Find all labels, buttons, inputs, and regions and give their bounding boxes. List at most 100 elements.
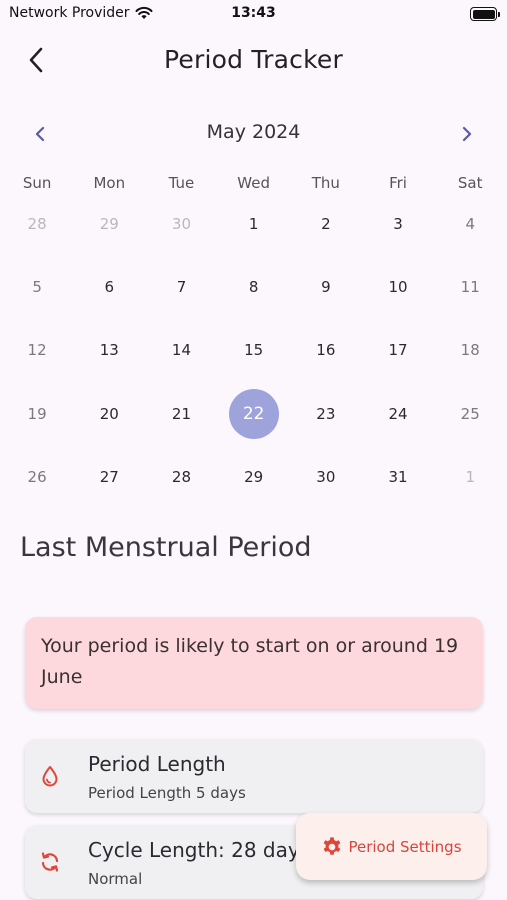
calendar-day[interactable]: 5 bbox=[1, 255, 73, 318]
calendar-day-number: 17 bbox=[388, 341, 408, 360]
calendar-day[interactable]: 29 bbox=[218, 446, 290, 509]
weekday-label: Sun bbox=[22, 174, 52, 192]
calendar-day[interactable]: 14 bbox=[145, 319, 217, 382]
calendar-day[interactable]: 30 bbox=[290, 446, 362, 509]
drop-icon bbox=[42, 766, 58, 787]
calendar-day[interactable]: 8 bbox=[218, 255, 290, 318]
calendar-day[interactable]: 28 bbox=[1, 192, 73, 255]
calendar-day[interactable]: 1 bbox=[218, 192, 290, 255]
calendar-day[interactable]: 10 bbox=[362, 255, 434, 318]
calendar-day[interactable]: 20 bbox=[73, 382, 145, 445]
calendar-day[interactable]: 19 bbox=[1, 382, 73, 445]
calendar-day-number: 25 bbox=[460, 404, 480, 423]
calendar-day[interactable]: 7 bbox=[145, 255, 217, 318]
calendar-day-number: 5 bbox=[32, 278, 42, 297]
calendar-day-number: 13 bbox=[99, 341, 119, 360]
calendar-day-number: 14 bbox=[171, 341, 192, 360]
calendar-day-number: 2 bbox=[321, 214, 331, 233]
calendar-day[interactable]: 15 bbox=[218, 319, 290, 382]
calendar-day-number: 10 bbox=[388, 278, 408, 297]
calendar-day-number: 8 bbox=[248, 278, 259, 297]
gear-icon bbox=[324, 836, 341, 855]
calendar-day-number: 24 bbox=[388, 404, 408, 423]
status-time: 13:43 bbox=[231, 5, 276, 21]
calendar-day-number: 19 bbox=[27, 404, 47, 423]
calendar-day[interactable]: 26 bbox=[1, 446, 73, 509]
calendar-day-number: 15 bbox=[244, 341, 264, 360]
calendar-day-number: 20 bbox=[99, 404, 119, 423]
period-length-subtitle: Period Length 5 days bbox=[88, 784, 246, 802]
page-title: Period Tracker bbox=[164, 45, 343, 74]
calendar-day[interactable]: 25 bbox=[434, 382, 506, 445]
calendar-day-number: 7 bbox=[176, 278, 187, 297]
calendar-day-number: 18 bbox=[460, 341, 480, 360]
calendar-day-number: 28 bbox=[27, 214, 47, 233]
calendar-day[interactable]: 13 bbox=[73, 319, 145, 382]
calendar-day-number: 29 bbox=[99, 214, 119, 233]
calendar-day-number: 28 bbox=[171, 468, 192, 487]
calendar-day[interactable]: 29 bbox=[73, 192, 145, 255]
calendar-day[interactable]: 27 bbox=[73, 446, 145, 509]
calendar-day-number: 12 bbox=[27, 341, 47, 360]
calendar-day-number: 21 bbox=[171, 404, 192, 423]
next-month-button[interactable] bbox=[453, 120, 481, 148]
calendar-day-number: 16 bbox=[316, 341, 336, 360]
calendar-day[interactable]: 6 bbox=[73, 255, 145, 318]
calendar-day-number: 22 bbox=[242, 403, 265, 424]
calendar-day[interactable]: 31 bbox=[362, 446, 434, 509]
calendar-day-number: 23 bbox=[316, 404, 336, 423]
weekday-label: Mon bbox=[93, 174, 126, 192]
calendar-day-number: 1 bbox=[465, 468, 475, 487]
calendar-day[interactable]: 4 bbox=[434, 192, 506, 255]
calendar-day-number: 31 bbox=[388, 468, 408, 487]
calendar-day-number: 4 bbox=[465, 214, 475, 233]
battery-icon bbox=[470, 7, 500, 21]
calendar-day[interactable]: 30 bbox=[145, 192, 217, 255]
app-bar: Period Tracker bbox=[0, 38, 507, 84]
weekday-label: Fri bbox=[389, 174, 407, 192]
calendar-day-selected[interactable]: 22 bbox=[218, 382, 290, 445]
chevron-right-icon bbox=[462, 126, 472, 142]
alert-text: Your period is likely to start on or aro… bbox=[41, 635, 459, 688]
calendar-day[interactable]: 18 bbox=[434, 319, 506, 382]
calendar-day-number: 30 bbox=[171, 214, 192, 233]
calendar-day[interactable]: 28 bbox=[145, 446, 217, 509]
calendar-day[interactable]: 17 bbox=[362, 319, 434, 382]
calendar-day[interactable]: 1 bbox=[434, 446, 506, 509]
weekday-label: Wed bbox=[237, 174, 270, 192]
period-settings-button[interactable]: Period Settings bbox=[296, 813, 487, 880]
weekday-label: Thu bbox=[311, 174, 340, 192]
calendar-day[interactable]: 16 bbox=[290, 319, 362, 382]
cycle-length-subtitle: Normal bbox=[88, 870, 143, 888]
calendar-day[interactable]: 23 bbox=[290, 382, 362, 445]
calendar-day[interactable]: 24 bbox=[362, 382, 434, 445]
calendar-day-number: 26 bbox=[27, 468, 47, 487]
section-title: Last Menstrual Period bbox=[20, 532, 312, 563]
calendar-day[interactable]: 2 bbox=[290, 192, 362, 255]
period-prediction-alert: Your period is likely to start on or aro… bbox=[25, 617, 483, 709]
refresh-icon bbox=[41, 852, 59, 872]
calendar-day-number: 11 bbox=[460, 278, 480, 297]
status-bar: Network Provider 13:43 bbox=[0, 0, 507, 30]
period-settings-label: Period Settings bbox=[348, 837, 462, 856]
period-length-title: Period Length bbox=[88, 752, 226, 776]
calendar-day-number: 9 bbox=[321, 278, 331, 297]
calendar-day-number: 1 bbox=[248, 214, 259, 233]
period-length-card[interactable]: Period Length Period Length 5 days bbox=[25, 739, 483, 813]
weekday-label: Tue bbox=[168, 174, 195, 192]
weekday-header-row: Sun Mon Tue Wed Thu Fri Sat bbox=[1, 174, 506, 192]
calendar-day-number: 30 bbox=[316, 468, 336, 487]
calendar-month-label: May 2024 bbox=[206, 121, 301, 143]
calendar-day-number: 27 bbox=[99, 468, 119, 487]
calendar-day-grid: 28 29 30 1 2 3 4 5 6 7 8 9 10 11 12 13 14 15 16 17 18 19 20 21 2… bbox=[1, 192, 506, 509]
calendar-day[interactable]: 12 bbox=[1, 319, 73, 382]
calendar-day-number: 3 bbox=[393, 214, 403, 233]
cycle-length-title: Cycle Length: 28 days bbox=[88, 838, 311, 862]
calendar-day-number: 6 bbox=[104, 278, 115, 297]
calendar-day[interactable]: 3 bbox=[362, 192, 434, 255]
weekday-label: Sat bbox=[457, 174, 483, 192]
calendar-day[interactable]: 21 bbox=[145, 382, 217, 445]
calendar-day-number: 29 bbox=[244, 468, 264, 487]
calendar-day[interactable]: 9 bbox=[290, 255, 362, 318]
calendar-day[interactable]: 11 bbox=[434, 255, 506, 318]
